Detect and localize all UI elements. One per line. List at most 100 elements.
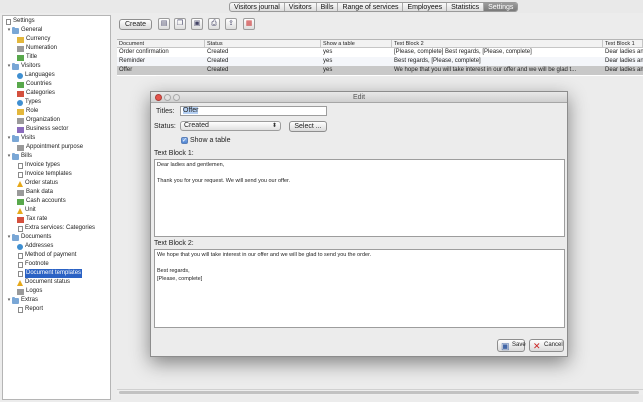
cancel-icon: ✕ bbox=[533, 341, 541, 351]
tree-item-settings[interactable]: Settings bbox=[5, 17, 35, 26]
tab-settings[interactable]: Settings bbox=[484, 3, 518, 11]
column-header[interactable]: Show a table bbox=[321, 40, 392, 48]
tab-range-of-services[interactable]: Range of services bbox=[338, 3, 404, 11]
table-cell: Created bbox=[207, 67, 229, 73]
titles-label: Titles: bbox=[156, 108, 175, 115]
pdf-icon[interactable]: ▦ bbox=[243, 18, 255, 30]
tree-item-document-templates[interactable]: Document templates bbox=[17, 269, 83, 278]
tree-item-title[interactable]: Title bbox=[17, 53, 37, 62]
new-document-icon[interactable]: ▤ bbox=[158, 18, 170, 30]
text-block2-textarea[interactable]: We hope that you will take interest in o… bbox=[154, 249, 565, 328]
tree-item-label: Report bbox=[25, 306, 44, 312]
tree-item-label: Types bbox=[25, 99, 42, 105]
tree-item-countries[interactable]: Countries bbox=[17, 80, 52, 89]
tree-item-addresses[interactable]: Addresses bbox=[17, 242, 53, 251]
tree-item-currency[interactable]: Currency bbox=[17, 35, 50, 44]
item-icon bbox=[17, 180, 23, 187]
table-cell: Offer bbox=[119, 67, 133, 73]
tree-item-organization[interactable]: Organization bbox=[17, 116, 60, 125]
table-cell: Reminder bbox=[119, 58, 146, 64]
tree-item-extra-services-categories[interactable]: Extra services: Categories bbox=[17, 224, 95, 233]
column-header[interactable]: Text Block 1 bbox=[603, 40, 643, 48]
folder-icon bbox=[12, 152, 19, 160]
tree-item-label: Unit bbox=[25, 207, 36, 213]
close-window-icon[interactable] bbox=[155, 94, 162, 101]
dialog-title-bar[interactable]: Edit bbox=[151, 92, 567, 103]
select-button[interactable]: Select ... bbox=[289, 121, 327, 132]
edit-dialog: Edit Titles: Offer Status: Created ⬍ Sel… bbox=[150, 91, 568, 357]
table-cell: Dear ladies and gentleme bbox=[605, 67, 643, 73]
tab-bills[interactable]: Bills bbox=[317, 3, 339, 11]
item-icon bbox=[17, 45, 24, 52]
copy-icon[interactable]: ❐ bbox=[174, 18, 186, 30]
create-button[interactable]: Create bbox=[119, 19, 152, 30]
column-header[interactable]: Text Block 2 bbox=[392, 40, 603, 48]
tree-item-invoice-types[interactable]: Invoice types bbox=[17, 161, 60, 170]
item-icon bbox=[17, 243, 23, 250]
column-header[interactable]: Status bbox=[205, 40, 321, 48]
item-icon bbox=[18, 270, 23, 277]
table-row[interactable]: Order confirmation Created yes [Please, … bbox=[117, 48, 643, 57]
tree-item-bank-data[interactable]: Bank data bbox=[17, 188, 53, 197]
tree-item-logos[interactable]: Logos bbox=[17, 287, 42, 296]
item-icon bbox=[18, 261, 23, 268]
tree-item-report[interactable]: Report bbox=[17, 305, 43, 314]
status-select[interactable]: Created ⬍ bbox=[180, 121, 281, 131]
tree-item-cash-accounts[interactable]: Cash accounts bbox=[17, 197, 66, 206]
tree-item-label: Bank data bbox=[26, 189, 54, 195]
save-icon[interactable]: ▣ bbox=[191, 18, 203, 30]
minimize-window-icon[interactable] bbox=[164, 94, 171, 101]
cancel-button[interactable]: ✕ Cancel bbox=[529, 339, 564, 352]
item-icon bbox=[17, 99, 23, 106]
item-icon bbox=[17, 216, 24, 223]
tree-item-numeration[interactable]: Numeration bbox=[17, 44, 57, 53]
tree-item-invoice-templates[interactable]: Invoice templates bbox=[17, 170, 72, 179]
item-icon bbox=[17, 36, 24, 43]
table-row[interactable]: Reminder Created yes Best regards, [Plea… bbox=[117, 57, 643, 66]
table-cell: Dear ladies and gentleme bbox=[605, 58, 643, 64]
maximize-window-icon[interactable] bbox=[173, 94, 180, 101]
item-icon bbox=[17, 198, 24, 205]
tree-item-appointment-purpose[interactable]: Appointment purpose bbox=[17, 143, 83, 152]
show-table-checkbox[interactable]: ✓ bbox=[181, 137, 188, 144]
tree-item-unit[interactable]: Unit bbox=[17, 206, 36, 215]
text-block1-textarea[interactable]: Dear ladies and gentlemen, Thank you for… bbox=[154, 159, 565, 237]
scrollbar-thumb[interactable] bbox=[119, 391, 639, 394]
tree-item-documents[interactable]: ▾ Documents bbox=[6, 233, 51, 242]
tree-item-general[interactable]: ▾ General bbox=[6, 26, 42, 35]
export-icon[interactable]: ⇪ bbox=[225, 18, 237, 30]
tree-item-visits[interactable]: ▾ Visits bbox=[6, 134, 35, 143]
tree-item-languages[interactable]: Languages bbox=[17, 71, 55, 80]
tree-item-types[interactable]: Types bbox=[17, 98, 41, 107]
item-icon bbox=[18, 252, 23, 259]
tree-item-document-status[interactable]: Document status bbox=[17, 278, 70, 287]
tree-item-label: Currency bbox=[26, 36, 51, 42]
column-header[interactable]: Document bbox=[117, 40, 205, 48]
titles-field[interactable]: Offer bbox=[180, 106, 327, 116]
table-row-selected[interactable]: Offer Created yes We hope that you will … bbox=[117, 66, 643, 75]
print-icon[interactable]: ⎙ bbox=[208, 18, 220, 30]
tree-item-order-status[interactable]: Order status bbox=[17, 179, 58, 188]
tree-item-business-sector[interactable]: Business sector bbox=[17, 125, 68, 134]
tree-item-tax-rate[interactable]: Tax rate bbox=[17, 215, 47, 224]
settings-tree[interactable]: Settings ▾ General Currency Numeration Title ▾… bbox=[2, 15, 111, 400]
tab-visitors[interactable]: Visitors bbox=[285, 3, 317, 11]
tree-item-role[interactable]: Role bbox=[17, 107, 38, 116]
save-button[interactable]: ▣ Save bbox=[497, 339, 526, 352]
tab-statistics[interactable]: Statistics bbox=[447, 3, 485, 11]
tree-item-extras[interactable]: ▾ Extras bbox=[6, 296, 38, 305]
show-table-label: Show a table bbox=[190, 137, 231, 144]
tree-item-label: Countries bbox=[26, 81, 52, 87]
tree-item-footnote[interactable]: Footnote bbox=[17, 260, 49, 269]
tree-item-method-of-payment[interactable]: Method of payment bbox=[17, 251, 76, 260]
item-icon bbox=[18, 162, 23, 169]
tree-item-bills[interactable]: ▾ Bills bbox=[6, 152, 32, 161]
text-block1-label: Text Block 1: bbox=[154, 150, 194, 157]
item-icon bbox=[17, 189, 24, 196]
tree-item-label: Documents bbox=[21, 234, 52, 240]
tab-employees[interactable]: Employees bbox=[403, 3, 448, 11]
horizontal-scrollbar[interactable] bbox=[117, 389, 643, 395]
tree-item-categories[interactable]: Categories bbox=[17, 89, 55, 98]
tab-visitors-journal[interactable]: Visitors journal bbox=[230, 3, 285, 11]
tree-item-visitors[interactable]: ▾ Visitors bbox=[6, 62, 41, 71]
